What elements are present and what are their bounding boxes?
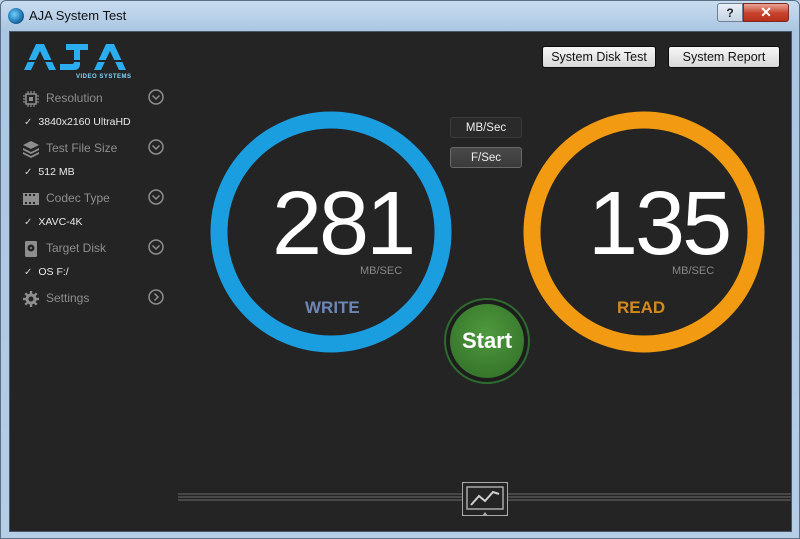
window-title: AJA System Test: [29, 8, 127, 23]
start-button[interactable]: Start: [444, 298, 530, 384]
graph-icon[interactable]: [462, 482, 508, 516]
app-icon: [8, 8, 24, 24]
write-unit: MB/SEC: [360, 265, 403, 277]
write-value: 281: [272, 174, 416, 274]
start-button-label: Start: [450, 304, 524, 378]
title-bar[interactable]: AJA System Test ? ✕: [1, 1, 799, 31]
read-value: 135: [588, 174, 732, 274]
app-window: AJA System Test ? ✕ VIDEO SYSTEMS Resolu…: [0, 0, 800, 539]
close-button[interactable]: ✕: [743, 3, 789, 22]
read-label: READ: [617, 298, 666, 317]
help-button[interactable]: ?: [717, 3, 743, 22]
read-unit: MB/SEC: [672, 265, 715, 277]
write-label: WRITE: [305, 298, 360, 317]
main-panel: VIDEO SYSTEMS Resolution ✓ 3840x2160 Ultr…: [9, 31, 792, 532]
gauge-layer: [178, 111, 791, 501]
